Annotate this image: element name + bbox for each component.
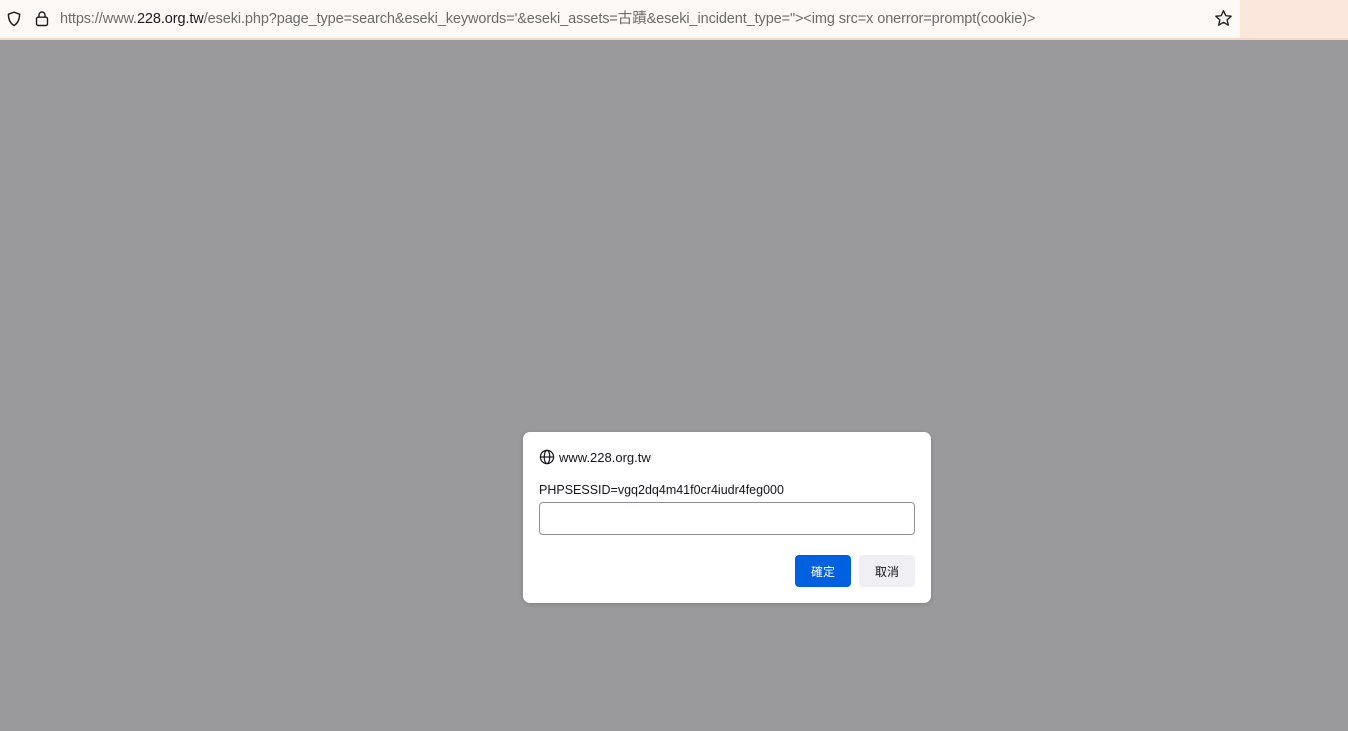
- lock-icon[interactable]: [34, 10, 50, 27]
- prompt-dialog: www.228.org.tw PHPSESSID=vgq2dq4m41f0cr4…: [523, 432, 931, 603]
- cancel-button[interactable]: 取消: [859, 555, 915, 587]
- star-icon[interactable]: [1214, 9, 1233, 28]
- dialog-origin: www.228.org.tw: [539, 448, 651, 466]
- url-text[interactable]: https://www.228.org.tw/eseki.php?page_ty…: [60, 10, 1035, 28]
- url-path: /eseki.php?page_type=search&eseki_keywor…: [203, 11, 1036, 27]
- url-host: 228.org.tw: [136, 11, 204, 27]
- url-prefix: https://www.: [60, 11, 137, 27]
- toolbar-divider: [0, 38, 1348, 40]
- shield-icon[interactable]: [6, 11, 22, 27]
- globe-icon: [539, 449, 555, 465]
- dialog-origin-text: www.228.org.tw: [559, 449, 651, 465]
- dialog-message: PHPSESSID=vgq2dq4m41f0cr4iudr4feg000: [539, 483, 784, 497]
- browser-window: https://www.228.org.tw/eseki.php?page_ty…: [0, 0, 1348, 731]
- toolbar-strip: [1240, 0, 1348, 38]
- ok-button[interactable]: 確定: [795, 555, 851, 587]
- url-bar[interactable]: https://www.228.org.tw/eseki.php?page_ty…: [0, 0, 1240, 38]
- prompt-input[interactable]: [539, 502, 915, 535]
